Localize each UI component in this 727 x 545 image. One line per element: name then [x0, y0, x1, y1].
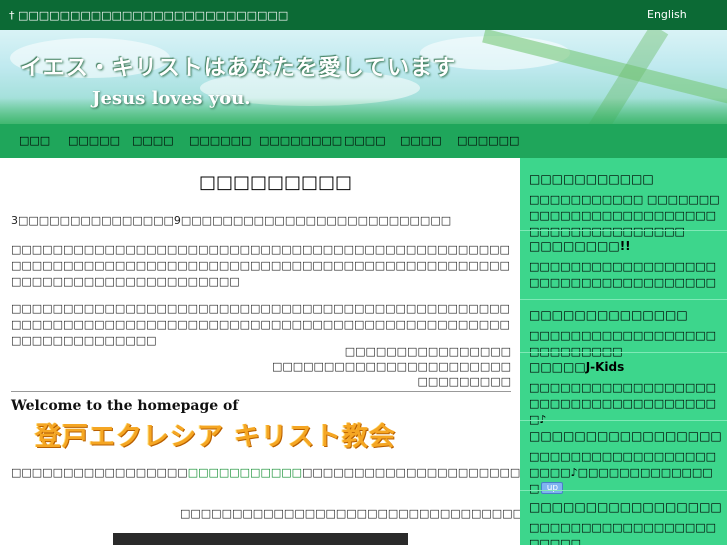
sidebar-heading[interactable]: □□□□□□□□□□□□□□□□□	[529, 429, 722, 443]
nav-item-8[interactable]: □□□□□□	[457, 134, 519, 147]
sidebar-heading[interactable]: □□□□□□□□□□□□□□	[529, 308, 688, 322]
church-logo: Welcome to the homepage of 登戸エクレシア キリスト教…	[11, 398, 491, 456]
main-nav: □□□ □□□□□ □□□□ □□□□□□ □□□□□□□□ □□□□ □□□□…	[0, 124, 727, 158]
sidebar-body: □□□□□□□□□□□□□□□□□□□□□□□□□□□	[529, 329, 717, 358]
header-banner: イエス・キリストはあなたを愛しています Jesus loves you.	[0, 30, 727, 124]
nav-item-2[interactable]: □□□□□	[68, 134, 120, 147]
divider	[11, 391, 511, 392]
sidebar-divider	[520, 490, 727, 491]
sidebar-heading[interactable]: □□□□□□□□□□□	[529, 172, 654, 186]
signature-line: □□□□□□□□□□□□□□□□	[344, 345, 511, 358]
up-badge-icon: up	[541, 482, 564, 494]
nav-item-5[interactable]: □□□□□□□□	[259, 134, 342, 147]
intro-text: □□□□□□□□□□□□□□□□□□□□□□□□□□□□□□□□□□□□□□□□…	[302, 466, 520, 479]
signature-line: □□□□□□□□□	[417, 375, 511, 388]
sidebar-body: □□□□□□□□□□□ □□□□□□□□□□□□□□□□□□□□□□□□□□□□…	[529, 193, 720, 238]
sidebar-heading[interactable]: □□□□□□□□□□□□□□□□□	[529, 500, 722, 514]
intro-text: □□□□□□□□□□□□□□□□□	[11, 466, 188, 479]
nav-item-6[interactable]: □□□□	[344, 134, 386, 147]
nav-item-4[interactable]: □□□□□□	[189, 134, 251, 147]
banner-en-title: Jesus loves you.	[92, 88, 251, 109]
sidebar: □□□□□□□□□□□ □□□□□□□□□□□ □□□□□□□□□□□□□□□□…	[520, 158, 727, 545]
banner-jp-title: イエス・キリストはあなたを愛しています	[20, 56, 457, 81]
english-link[interactable]: English	[647, 8, 687, 21]
sidebar-divider	[520, 230, 727, 231]
top-bar: † □□□□□□□□□□□□□□□□□□□□□□□□□□ English	[0, 0, 727, 30]
intro-link[interactable]: □□□□□□□□□□□	[188, 466, 302, 479]
sidebar-divider	[520, 420, 727, 421]
site-name[interactable]: † □□□□□□□□□□□□□□□□□□□□□□□□□□	[9, 9, 288, 22]
sidebar-body: □□□□□□□□□□□□□□□□□□□□□□□	[529, 521, 717, 545]
sidebar-heading[interactable]: □□□□□J-Kids	[529, 360, 624, 374]
nav-item-1[interactable]: □□□	[19, 134, 50, 147]
body-paragraph: □□□□□□□□□□□□□□□□□□□□□□□□□□□□□□□□□□□□□□□□…	[11, 243, 510, 288]
signature-line: □□□□□□□□□□□□□□□□□□□□□□□	[271, 360, 511, 373]
sidebar-heading[interactable]: □□□□□□□□!!	[529, 239, 631, 253]
page-title: □□□□□□□□□	[199, 172, 353, 193]
nav-item-3[interactable]: □□□□	[132, 134, 174, 147]
main-content: □□□□□□□□□ 3□□□□□□□□□□□□□□□9□□□□□□□□□□□□□…	[0, 158, 520, 545]
photo-caption: □□□□□□□□□□□□□□□□□□□□□□□□□□□□□□□□□□□□□□□□…	[180, 507, 520, 520]
church-photo	[113, 533, 408, 545]
body-paragraph: □□□□□□□□□□□□□□□□□□□□□□□□□□□□□□□□□□□□□□□□…	[11, 302, 510, 347]
intro-paragraph: 3□□□□□□□□□□□□□□□9□□□□□□□□□□□□□□□□□□□□□□□…	[11, 214, 452, 227]
sidebar-body: □□□□□□□□□□□□□□□□□□□□□□□□□□□□□□□□□□□□	[529, 260, 717, 289]
nav-item-7[interactable]: □□□□	[400, 134, 442, 147]
welcome-jp: 登戸エクレシア キリスト教会	[35, 422, 397, 452]
welcome-en: Welcome to the homepage of	[11, 398, 239, 414]
sidebar-divider	[520, 299, 727, 300]
intro-line: □□□□□□□□□□□□□□□□□□□□□□□□□□□□□□□□□□□□□□□□…	[11, 466, 520, 479]
sidebar-divider	[520, 352, 727, 353]
